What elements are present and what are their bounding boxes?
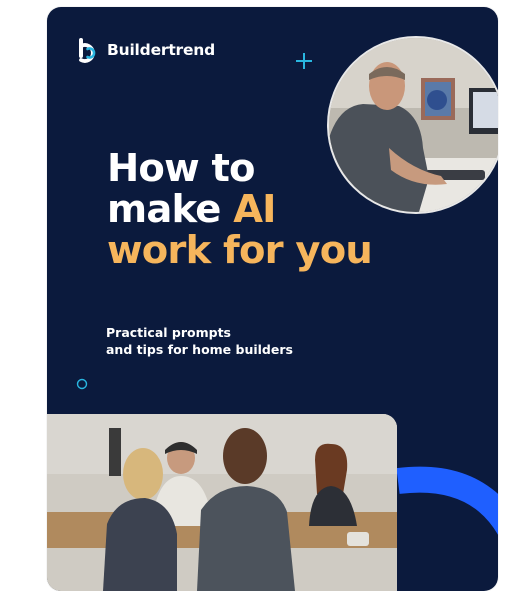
subheadline-line-2: and tips for home builders (106, 341, 293, 357)
team-meeting-photo (47, 414, 397, 591)
headline-line-1: How to (107, 146, 256, 191)
plus-icon (296, 53, 312, 69)
brand-name: Buildertrend (107, 41, 216, 59)
subheadline: Practical prompts and tips for home buil… (106, 325, 406, 358)
headline: How to make AI work for you (107, 146, 373, 273)
buildertrend-b-logo-icon (79, 38, 96, 63)
arc-shape (396, 466, 498, 536)
subheadline-line-1: Practical prompts (106, 325, 231, 340)
headline-line-2: make (107, 187, 234, 232)
headline-line-3: work for you (107, 228, 373, 273)
brand: Buildertrend (77, 37, 215, 63)
ebook-cover-card[interactable]: Buildertrend How to make AI work for you… (47, 7, 498, 591)
headline-accent-ai: AI (233, 187, 276, 232)
ring-icon (76, 378, 88, 390)
